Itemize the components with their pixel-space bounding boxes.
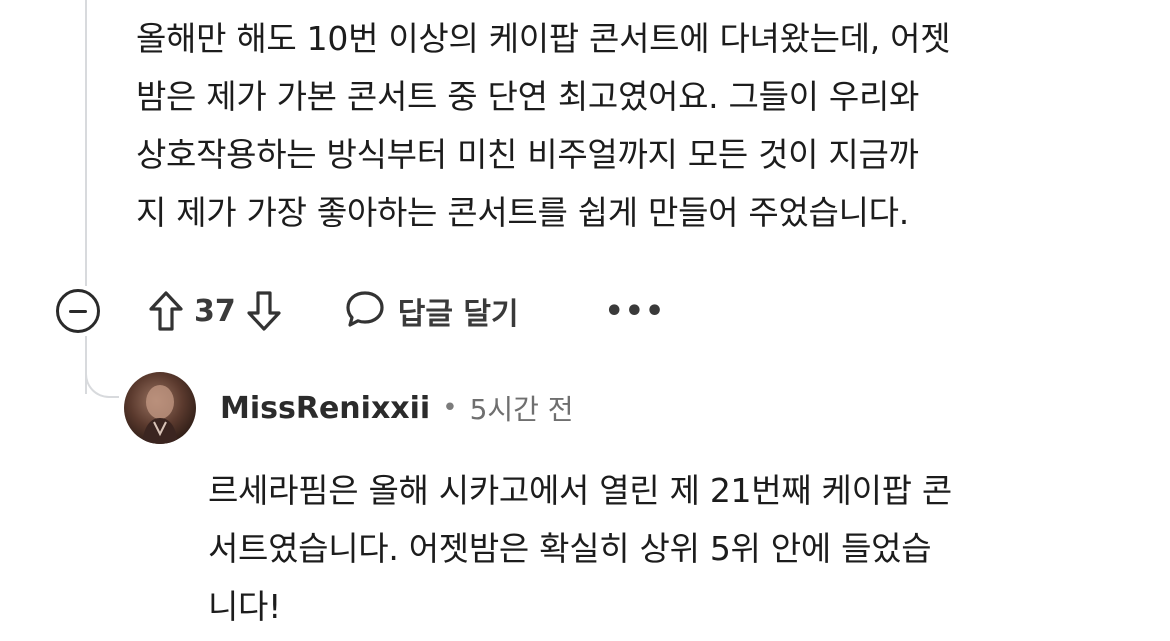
speech-bubble-icon (344, 289, 386, 333)
reply-button[interactable]: 답글 달기 (344, 289, 519, 333)
arrow-down-outline-icon[interactable] (244, 288, 284, 334)
minus-circle-icon[interactable] (56, 289, 100, 333)
thread-line (85, 0, 87, 286)
comment-line: 밤은 제가 가본 콘서트 중 단연 최고였어요. 그들이 우리와 (136, 77, 920, 116)
thread-connector (85, 358, 119, 398)
reply-line: 서트였습니다. 어젯밤은 확실히 상위 5위 안에 들었습 (208, 529, 932, 568)
comment-action-bar: 37 답글 달기 ••• (56, 286, 665, 336)
ellipsis-icon[interactable]: ••• (605, 294, 666, 329)
username[interactable]: MissRenixxii (220, 391, 430, 426)
vote-score: 37 (194, 293, 236, 329)
reply-line: 르세라핌은 올해 시카고에서 열린 제 21번째 케이팝 콘 (208, 471, 952, 510)
comment-body: 올해만 해도 10번 이상의 케이팝 콘서트에 다녀왔는데, 어젯밤은 제가 가… (136, 10, 1136, 242)
reply-header: MissRenixxii • 5시간 전 (124, 370, 574, 446)
meta-separator: • (442, 393, 458, 423)
comment-line: 올해만 해도 10번 이상의 케이팝 콘서트에 다녀왔는데, 어젯 (136, 19, 951, 58)
comment-line: 지 제가 가장 좋아하는 콘서트를 쉽게 만들어 주었습니다. (136, 193, 909, 232)
comment-line: 상호작용하는 방식부터 미친 비주얼까지 모든 것이 지금까 (136, 135, 919, 174)
reply-label: 답글 달기 (397, 297, 519, 332)
reply-line: 니다! (208, 587, 282, 626)
avatar[interactable] (124, 372, 196, 444)
reply-body: 르세라핌은 올해 시카고에서 열린 제 21번째 케이팝 콘서트였습니다. 어젯… (208, 462, 1108, 636)
arrow-up-outline-icon[interactable] (146, 288, 186, 334)
timestamp: 5시간 전 (469, 393, 574, 426)
